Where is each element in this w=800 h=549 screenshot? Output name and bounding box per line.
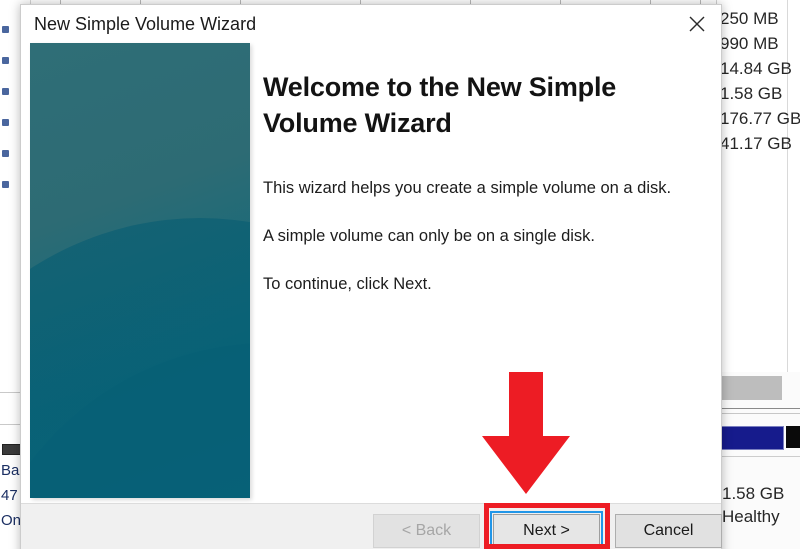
volume-row-icon (2, 88, 9, 95)
capacity-item: 176.77 GB (720, 109, 800, 128)
disk-summary-line-3: On (1, 512, 22, 529)
volume-row-icon (2, 57, 9, 64)
wizard-paragraph-3: To continue, click Next. (263, 275, 432, 293)
close-icon[interactable] (673, 5, 721, 43)
volume-row-icon (2, 181, 9, 188)
partition-size-label: 1.58 GB (722, 484, 785, 503)
unallocated-block[interactable] (722, 376, 782, 400)
panel-divider (716, 456, 800, 457)
capacity-item: 14.84 GB (720, 59, 792, 78)
capacity-list: 250 MB 990 MB 14.84 GB 1.58 GB 176.77 GB… (720, 6, 800, 156)
capacity-item: 41.17 GB (720, 134, 792, 153)
volume-row-icon (2, 26, 9, 33)
capacity-item: 990 MB (720, 34, 779, 53)
volume-row-icon (2, 119, 9, 126)
dialog-body: Welcome to the New Simple Volume Wizard … (21, 43, 721, 503)
page-title: Welcome to the New Simple Volume Wizard (263, 72, 617, 138)
dialog-title: New Simple Volume Wizard (34, 14, 257, 34)
dialog-footer: < Back Next > Cancel (21, 503, 722, 549)
panel-divider (716, 408, 800, 409)
partition-status-label: Healthy (722, 507, 780, 526)
partition-bar-overflow (786, 426, 800, 448)
capacity-item: 250 MB (720, 9, 779, 28)
wizard-banner-image (30, 43, 250, 498)
new-simple-volume-wizard-dialog: New Simple Volume Wizard Welcome to the … (20, 4, 722, 549)
partition-bar[interactable] (720, 426, 784, 450)
wizard-content: Welcome to the New Simple Volume Wizard … (263, 43, 703, 295)
panel-divider (716, 413, 800, 414)
wizard-paragraph-2: A simple volume can only be on a single … (263, 227, 596, 245)
cancel-button[interactable]: Cancel (615, 514, 722, 548)
screenshot-root: Bas 47 On 250 MB 990 MB 14.84 GB 1.58 GB… (0, 0, 800, 549)
wizard-paragraph-1: This wizard helps you create a simple vo… (263, 179, 672, 197)
dialog-titlebar[interactable]: New Simple Volume Wizard (21, 5, 721, 43)
volume-row-icon (2, 150, 9, 157)
capacity-item: 1.58 GB (720, 84, 783, 103)
back-button[interactable]: < Back (373, 514, 480, 548)
next-button[interactable]: Next > (490, 511, 603, 549)
disk-summary-line-2: 47 (1, 487, 18, 504)
